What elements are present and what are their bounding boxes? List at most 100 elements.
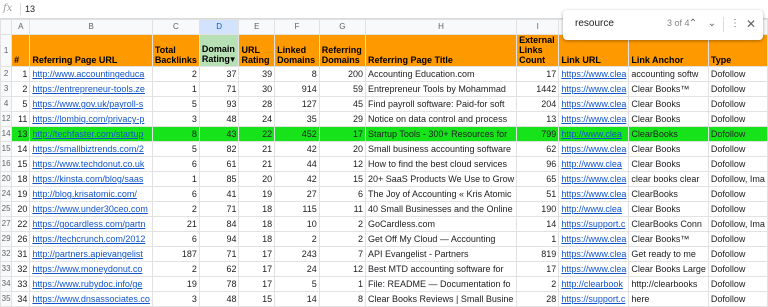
table-cell[interactable]: https://www.clea (558, 111, 630, 127)
row-number[interactable]: 27 (0, 216, 13, 232)
row-number[interactable]: 34 (0, 276, 13, 292)
table-cell[interactable]: Get ready to me (628, 246, 709, 262)
table-cell[interactable]: https://support.c (558, 291, 630, 307)
table-cell[interactable]: 13 (11, 126, 31, 142)
table-cell[interactable]: https://www.moneydonut.co (29, 261, 153, 277)
table-cell[interactable]: Small business accounting software (364, 141, 518, 157)
table-cell[interactable]: Dofollow (707, 261, 768, 277)
column-header[interactable]: H (364, 19, 518, 35)
table-cell[interactable]: 2 (274, 231, 320, 247)
table-cell[interactable]: 51 (516, 186, 560, 202)
table-cell[interactable]: 8 (151, 126, 200, 142)
table-cell[interactable]: Dofollow (707, 276, 768, 292)
table-cell[interactable]: 14 (274, 291, 320, 307)
table-cell[interactable]: 21 (238, 156, 276, 172)
table-cell[interactable]: https://www.clea (558, 186, 630, 202)
table-cell[interactable]: https://www.gov.uk/payroll-s (29, 96, 153, 112)
table-cell[interactable]: https://www.clea (558, 261, 630, 277)
table-cell[interactable]: 61 (198, 156, 240, 172)
header-domain-rating[interactable]: Domain Rating ▼ (198, 34, 240, 67)
table-cell[interactable]: 190 (516, 201, 560, 217)
table-cell[interactable]: 20 (238, 171, 276, 187)
table-cell[interactable]: 3 (151, 111, 200, 127)
table-cell[interactable]: 42 (274, 171, 320, 187)
table-cell[interactable]: Dofollow (707, 231, 768, 247)
table-cell[interactable]: 13 (516, 111, 560, 127)
table-cell[interactable]: 29 (318, 111, 366, 127)
table-cell[interactable]: https://www.clea (558, 81, 630, 97)
table-cell[interactable]: https://smallbiztrends.com/2 (29, 141, 153, 157)
table-cell[interactable]: 12 (318, 261, 366, 277)
table-cell[interactable]: https://support.c (558, 216, 630, 232)
table-cell[interactable]: Notice on data control and process (364, 111, 518, 127)
table-cell[interactable]: 6 (151, 231, 200, 247)
table-cell[interactable]: 18 (11, 171, 31, 187)
table-cell[interactable]: 37 (198, 66, 240, 82)
column-header[interactable]: E (238, 19, 276, 35)
table-cell[interactable]: 19 (11, 186, 31, 202)
header-url-rating[interactable]: URL Rating (238, 34, 276, 67)
table-cell[interactable]: 32 (11, 261, 31, 277)
table-cell[interactable]: 48 (198, 291, 240, 307)
table-cell[interactable]: https://www.clea (558, 66, 630, 82)
table-cell[interactable]: http://www.clea (558, 201, 630, 217)
table-cell[interactable]: http://clearbook (558, 276, 630, 292)
table-cell[interactable]: 5 (274, 276, 320, 292)
table-cell[interactable]: Dofollow (707, 156, 768, 172)
table-cell[interactable]: Dofollow (707, 201, 768, 217)
table-cell[interactable]: 15 (318, 171, 366, 187)
table-cell[interactable]: 21 (238, 141, 276, 157)
row-number[interactable]: 33 (0, 261, 13, 277)
table-cell[interactable]: Dofollow, Ima (707, 216, 768, 232)
table-cell[interactable]: API Evangelist - Partners (364, 246, 518, 262)
table-cell[interactable]: 93 (198, 96, 240, 112)
table-cell[interactable]: 1 (151, 171, 200, 187)
table-cell[interactable]: 5 (151, 141, 200, 157)
chevron-up-icon[interactable]: ⌃ (685, 16, 701, 32)
table-cell[interactable]: 17 (516, 261, 560, 277)
table-cell[interactable]: http://blog.krisatomic.com/ (29, 186, 153, 202)
table-cell[interactable]: The Joy of Accounting « Kris Atomic (364, 186, 518, 202)
table-cell[interactable]: https://www.under30ceo.com (29, 201, 153, 217)
table-cell[interactable]: 18 (238, 201, 276, 217)
table-cell[interactable]: 914 (274, 81, 320, 97)
table-cell[interactable]: 40 Small Businesses and the Online (364, 201, 518, 217)
row-number[interactable]: 12 (0, 111, 13, 127)
table-cell[interactable]: Dofollow (707, 186, 768, 202)
header-ref-url[interactable]: Referring Page URL (29, 34, 153, 67)
table-cell[interactable]: 71 (198, 81, 240, 97)
table-cell[interactable]: Dofollow (707, 246, 768, 262)
table-cell[interactable]: 18 (238, 231, 276, 247)
row-number[interactable]: 15 (0, 141, 13, 157)
table-cell[interactable]: https://kinsta.com/blog/saas (29, 171, 153, 187)
table-cell[interactable]: 1 (11, 66, 31, 82)
table-cell[interactable]: Startup Tools - 300+ Resources for (364, 126, 518, 142)
table-cell[interactable]: Clear Books (628, 201, 709, 217)
chevron-down-icon[interactable]: ⌄ (704, 16, 720, 32)
table-cell[interactable]: 30 (238, 81, 276, 97)
table-cell[interactable]: https://www.clea (558, 171, 630, 187)
table-cell[interactable]: ClearBooks (628, 186, 709, 202)
table-cell[interactable]: Clear Books Large (628, 261, 709, 277)
table-cell[interactable]: 15 (238, 291, 276, 307)
table-cell[interactable]: 17 (318, 126, 366, 142)
table-cell[interactable]: 799 (516, 126, 560, 142)
table-cell[interactable]: Clear Books (628, 141, 709, 157)
table-cell[interactable]: 5 (11, 96, 31, 112)
table-cell[interactable]: 115 (274, 201, 320, 217)
header-ext-links[interactable]: External Links Count (516, 34, 560, 67)
table-cell[interactable]: Clear Books (628, 156, 709, 172)
row-number[interactable]: 16 (0, 156, 13, 172)
table-cell[interactable]: http://www.clea (558, 126, 630, 142)
more-options-icon[interactable]: ⋮ (727, 16, 743, 32)
header-num[interactable]: # (11, 34, 31, 67)
table-cell[interactable]: 82 (198, 141, 240, 157)
header-total-backlinks[interactable]: Total Backlinks (151, 34, 200, 67)
table-cell[interactable]: 26 (11, 231, 31, 247)
table-cell[interactable]: 2 (151, 201, 200, 217)
table-cell[interactable]: Dofollow (707, 66, 768, 82)
close-icon[interactable]: ✕ (743, 16, 759, 32)
row-number[interactable]: 3 (0, 81, 13, 97)
table-cell[interactable]: https://www.techdonut.co.uk (29, 156, 153, 172)
table-cell[interactable]: 41 (198, 186, 240, 202)
